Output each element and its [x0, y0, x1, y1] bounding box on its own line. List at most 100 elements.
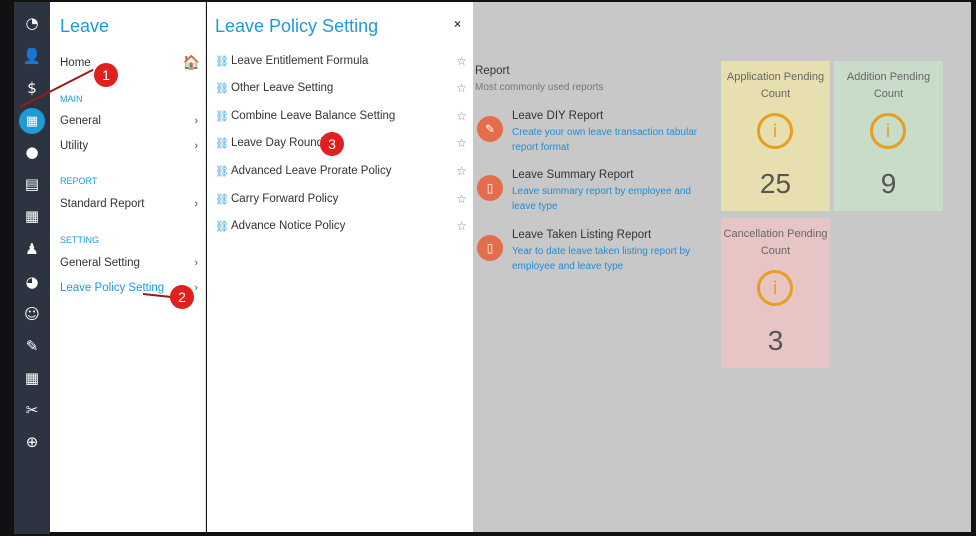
menu-item-general[interactable]: General › — [60, 112, 200, 130]
table-glyph: ▦ — [24, 369, 40, 387]
pie-chart-icon[interactable]: ◕ — [14, 269, 50, 295]
calendar-glyph: ▦ — [19, 108, 45, 134]
user-add-icon[interactable]: 👤 — [14, 43, 50, 69]
policy-item-label: Other Leave Setting — [231, 82, 334, 94]
report-heading: Report — [475, 65, 510, 77]
link-icon: ⛓ — [215, 81, 229, 95]
chevron-right-icon: › — [194, 257, 198, 269]
menu-item-general-setting[interactable]: General Setting › — [60, 254, 200, 272]
policy-panel-title: Leave Policy Setting — [215, 16, 379, 36]
pending-card[interactable]: Addition Pending Count i 9 — [834, 61, 943, 211]
policy-item[interactable]: ⛓ Advanced Leave Prorate Policy ☆ — [215, 162, 467, 180]
annotation-badge: 2 — [170, 285, 194, 309]
clipboard-glyph: ✎ — [25, 337, 39, 355]
tools-glyph: ✂ — [25, 401, 39, 419]
menu-item-leave-policy-setting-label: Leave Policy Setting — [60, 282, 165, 294]
star-icon[interactable]: ☆ — [456, 219, 467, 233]
report-item-title: Leave DIY Report — [512, 110, 604, 122]
star-icon[interactable]: ☆ — [456, 192, 467, 206]
info-icon: i — [757, 113, 793, 149]
file-icon: ▯ — [477, 175, 503, 201]
chevron-right-icon: › — [194, 282, 198, 294]
file-icon: ▯ — [477, 235, 503, 261]
section-report-label: REPORT — [60, 176, 98, 186]
menu-item-general-setting-label: General Setting — [60, 257, 140, 269]
close-icon[interactable]: × — [454, 17, 461, 31]
leave-panel-title: Leave — [60, 16, 110, 36]
card-label: Addition Pending Count — [846, 71, 931, 100]
report-item-desc: Year to date leave taken listing report … — [512, 246, 691, 272]
clipboard-icon[interactable]: ✎ — [14, 333, 50, 359]
section-main-label: MAIN — [60, 94, 83, 104]
menu-item-utility[interactable]: Utility › — [60, 137, 200, 155]
info-icon: i — [757, 270, 793, 306]
report-item-title: Leave Taken Listing Report — [512, 229, 652, 241]
person-icon[interactable]: ♟ — [14, 236, 50, 262]
user-add-glyph: 👤 — [22, 47, 42, 65]
policy-item[interactable]: ⛓ Leave Entitlement Formula ☆ — [215, 52, 467, 70]
home-icon: 🏠 — [182, 55, 200, 71]
smile-icon[interactable]: ☺ — [14, 301, 50, 327]
dollar-icon[interactable]: $ — [14, 75, 50, 101]
menu-item-standard-report-label: Standard Report — [60, 198, 145, 210]
annotation-badge: 3 — [320, 132, 344, 156]
document-glyph: ▤ — [24, 175, 40, 193]
policy-item[interactable]: ⛓ Carry Forward Policy ☆ — [215, 190, 467, 208]
pending-card[interactable]: Cancellation Pending Count i 3 — [721, 218, 830, 368]
link-icon: ⛓ — [215, 219, 229, 233]
calendar-plus-glyph: ▦ — [24, 207, 40, 225]
link-icon: ⛓ — [215, 136, 229, 150]
main-content-overlay: Report Most commonly used reports ✎ Leav… — [473, 2, 971, 534]
link-icon: ⛓ — [215, 109, 229, 123]
calendar-plus-icon[interactable]: ▦ — [14, 203, 50, 229]
calendar-icon[interactable]: ▦ — [14, 108, 50, 134]
dollar-glyph: $ — [27, 79, 37, 97]
chevron-right-icon: › — [194, 140, 198, 152]
chevron-right-icon: › — [194, 115, 198, 127]
policy-item-label: Carry Forward Policy — [231, 193, 339, 205]
menu-item-standard-report[interactable]: Standard Report › — [60, 195, 200, 213]
policy-item[interactable]: ⛓ Advance Notice Policy ☆ — [215, 217, 467, 235]
link-icon: ⛓ — [215, 164, 229, 178]
pie-chart-glyph: ◕ — [25, 273, 39, 291]
star-icon[interactable]: ☆ — [456, 81, 467, 95]
clock-glyph: ● — [25, 143, 39, 161]
pencil-icon: ✎ — [477, 116, 503, 142]
upload-icon[interactable]: ⊕ — [14, 429, 50, 455]
policy-item-label: Leave Entitlement Formula — [231, 55, 369, 67]
leave-menu-panel: Leave Home 🏠 MAIN General › Utility › RE… — [50, 2, 206, 534]
report-item-title: Leave Summary Report — [512, 169, 634, 181]
pending-card[interactable]: Application Pending Count i 25 — [721, 61, 830, 211]
card-label: Application Pending Count — [726, 71, 825, 100]
clock-icon[interactable]: ● — [14, 139, 50, 165]
report-subheading: Most commonly used reports — [475, 82, 604, 93]
policy-item-label: Advance Notice Policy — [231, 220, 346, 232]
document-icon[interactable]: ▤ — [14, 171, 50, 197]
card-label: Cancellation Pending Count — [723, 228, 828, 257]
section-setting-label: SETTING — [60, 235, 100, 245]
star-icon[interactable]: ☆ — [456, 109, 467, 123]
link-icon: ⛓ — [215, 192, 229, 206]
tools-icon[interactable]: ✂ — [14, 397, 50, 423]
card-count: 25 — [759, 168, 792, 199]
policy-item[interactable]: ⛓ Other Leave Setting ☆ — [215, 79, 467, 97]
link-icon: ⛓ — [215, 54, 229, 68]
policy-item[interactable]: ⛓ Combine Leave Balance Setting ☆ — [215, 107, 467, 125]
card-count: 9 — [880, 168, 897, 199]
star-icon[interactable]: ☆ — [456, 54, 467, 68]
chevron-right-icon: › — [194, 198, 198, 210]
leave-policy-panel: Leave Policy Setting × ⛓ Leave Entitlemen… — [207, 2, 473, 534]
menu-item-home[interactable]: Home 🏠 — [60, 54, 200, 72]
star-icon[interactable]: ☆ — [456, 164, 467, 178]
upload-glyph: ⊕ — [25, 433, 39, 451]
annotation-badge: 1 — [94, 63, 118, 87]
table-icon[interactable]: ▦ — [14, 365, 50, 391]
card-count: 3 — [767, 325, 784, 356]
policy-item-label: Combine Leave Balance Setting — [231, 110, 396, 122]
star-icon[interactable]: ☆ — [456, 136, 467, 150]
report-item-desc: Create your own leave transaction tabula… — [512, 127, 698, 153]
dashboard-glyph: ◔ — [25, 14, 39, 32]
dashboard-icon[interactable]: ◔ — [14, 10, 50, 36]
menu-item-utility-label: Utility — [60, 140, 89, 152]
info-icon: i — [870, 113, 906, 149]
